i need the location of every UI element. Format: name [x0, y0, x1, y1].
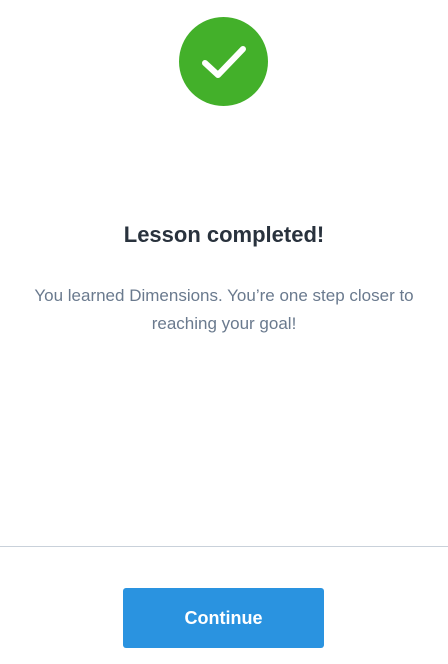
- checkmark-icon: [201, 45, 246, 78]
- continue-button[interactable]: Continue: [123, 588, 324, 648]
- success-badge: [179, 17, 268, 106]
- completion-message: You learned Dimensions. You’re one step …: [34, 286, 414, 333]
- footer-divider: [0, 546, 448, 547]
- completion-title: Lesson completed!: [123, 222, 325, 247]
